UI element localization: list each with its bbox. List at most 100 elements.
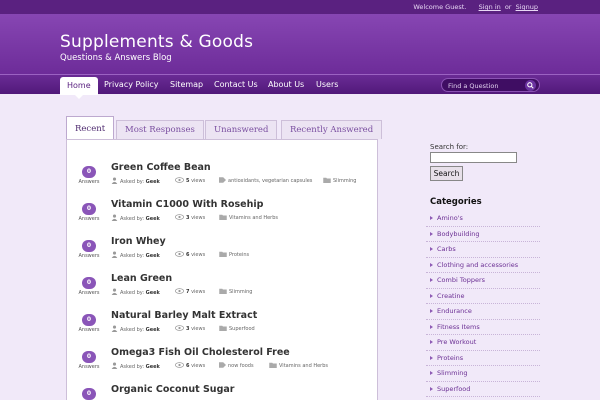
nav-about-us[interactable]: About Us xyxy=(268,75,304,95)
user-icon xyxy=(111,362,118,369)
answers-label: Answers xyxy=(78,290,100,296)
category-link[interactable]: Slimming xyxy=(229,289,252,295)
answers-label: Answers xyxy=(78,364,100,370)
category-item[interactable]: Bodybuilding xyxy=(426,227,540,242)
list-item: 0 Answers Vitamin C1000 With Rosehip Ask… xyxy=(78,199,279,222)
list-item: 0 Answers Natural Barley Malt Extract As… xyxy=(78,310,258,333)
category-item[interactable]: Creatine xyxy=(426,289,540,304)
site-header: Supplements & Goods Questions & Answers … xyxy=(0,14,600,74)
answer-count-badge: 0 xyxy=(82,351,96,363)
author-link[interactable]: Geek xyxy=(146,179,160,185)
answer-count-badge: 0 xyxy=(82,388,96,400)
category-link[interactable]: Slimming xyxy=(333,178,356,184)
tab-unanswered[interactable]: Unanswered xyxy=(205,120,278,139)
answer-count-badge: 0 xyxy=(82,240,96,252)
category-item[interactable]: Superfood xyxy=(426,382,540,397)
categories-title: Categories xyxy=(430,197,482,207)
folder-icon xyxy=(323,177,331,183)
tab-recent[interactable]: Recent xyxy=(66,116,115,140)
category-link[interactable]: Proteins xyxy=(229,252,249,258)
folder-icon xyxy=(219,288,227,294)
sign-in-link[interactable]: Sign in xyxy=(479,3,501,11)
site-title[interactable]: Supplements & Goods xyxy=(60,32,253,52)
questions-panel: 0 Answers Green Coffee Bean Asked by: Ge… xyxy=(66,139,378,400)
top-bar: Welcome Guest. Sign in or Signup xyxy=(0,0,600,14)
tag-icon xyxy=(219,362,226,368)
question-title[interactable]: Lean Green xyxy=(111,273,172,284)
list-item: 0 Answers Organic Coconut Sugar xyxy=(77,382,367,400)
user-icon xyxy=(111,177,118,184)
eye-icon xyxy=(175,251,184,257)
category-item[interactable]: Proteins xyxy=(426,351,540,366)
user-icon xyxy=(111,288,118,295)
author-link[interactable]: Geek xyxy=(146,290,160,296)
welcome-text: Welcome Guest. xyxy=(413,3,467,11)
category-item[interactable]: Pre Workout xyxy=(426,335,540,351)
nav-active-pointer xyxy=(74,94,84,99)
answer-count-badge: 0 xyxy=(82,277,96,289)
eye-icon xyxy=(175,288,184,294)
question-title[interactable]: Natural Barley Malt Extract xyxy=(111,310,257,321)
category-link[interactable]: Superfood xyxy=(229,326,255,332)
answer-count-badge: 0 xyxy=(82,203,96,215)
user-icon xyxy=(111,251,118,258)
signup-link[interactable]: Signup xyxy=(516,3,538,11)
category-item[interactable]: Amino's xyxy=(426,211,540,227)
answers-label: Answers xyxy=(78,253,100,259)
folder-icon xyxy=(219,325,227,331)
eye-icon xyxy=(175,362,184,368)
question-title[interactable]: Omega3 Fish Oil Cholesterol Free xyxy=(111,347,290,358)
nav-contact-us[interactable]: Contact Us xyxy=(214,75,258,95)
eye-icon xyxy=(175,214,184,220)
answers-label: Answers xyxy=(78,327,100,333)
tags-text[interactable]: antioxidants, vegetarian capsules xyxy=(228,178,312,184)
category-item[interactable]: Carbs xyxy=(426,242,540,258)
nav-users[interactable]: Users xyxy=(316,75,338,95)
sidebar-search-label: Search for: xyxy=(430,143,469,151)
search-icon[interactable] xyxy=(525,80,536,91)
or-text: or xyxy=(504,3,512,11)
answers-label: Answers xyxy=(78,179,100,185)
tags-text[interactable]: now foods xyxy=(228,363,254,369)
author-link[interactable]: Geek xyxy=(146,216,160,222)
sidebar-search-button[interactable]: Search xyxy=(430,166,463,181)
category-item[interactable]: Fitness Items xyxy=(426,320,540,335)
site-tagline: Questions & Answers Blog xyxy=(60,53,172,63)
list-item: 0 Answers Iron Whey Asked by: Geek 6 vie… xyxy=(78,236,250,259)
list-item: 0 Answers Omega3 Fish Oil Cholesterol Fr… xyxy=(78,347,329,370)
tab-most-responses[interactable]: Most Responses xyxy=(116,120,204,139)
categories-list: Amino's Bodybuilding Carbs Clothing and … xyxy=(426,211,540,397)
nav-privacy-policy[interactable]: Privacy Policy xyxy=(104,75,159,95)
user-icon xyxy=(111,214,118,221)
question-title[interactable]: Organic Coconut Sugar xyxy=(111,384,234,395)
eye-icon xyxy=(175,177,184,183)
question-title[interactable]: Iron Whey xyxy=(111,236,166,247)
nav-sitemap[interactable]: Sitemap xyxy=(170,75,203,95)
user-icon xyxy=(111,325,118,332)
search-input[interactable] xyxy=(448,80,524,91)
answer-count-badge: 0 xyxy=(82,166,96,178)
category-item[interactable]: Slimming xyxy=(426,366,540,382)
folder-icon xyxy=(219,214,227,220)
category-item[interactable]: Combi Toppers xyxy=(426,273,540,289)
folder-icon xyxy=(269,362,277,368)
sidebar-search-input[interactable] xyxy=(430,152,517,163)
category-link[interactable]: Vitamins and Herbs xyxy=(279,363,328,369)
answer-count-badge: 0 xyxy=(82,314,96,326)
author-link[interactable]: Geek xyxy=(146,327,160,333)
category-link[interactable]: Vitamins and Herbs xyxy=(229,215,278,221)
tab-recently-answered[interactable]: Recently Answered xyxy=(281,120,383,139)
answers-label: Answers xyxy=(78,216,100,222)
folder-icon xyxy=(219,251,227,257)
author-link[interactable]: Geek xyxy=(146,364,160,370)
category-item[interactable]: Endurance xyxy=(426,304,540,320)
eye-icon xyxy=(175,325,184,331)
question-title[interactable]: Vitamin C1000 With Rosehip xyxy=(111,199,263,210)
header-search xyxy=(441,78,540,92)
nav-home[interactable]: Home xyxy=(60,77,98,95)
author-link[interactable]: Geek xyxy=(146,253,160,259)
tag-icon xyxy=(219,177,226,183)
list-item: 0 Answers Green Coffee Bean Asked by: Ge… xyxy=(78,162,357,185)
category-item[interactable]: Clothing and accessories xyxy=(426,258,540,273)
question-title[interactable]: Green Coffee Bean xyxy=(111,162,211,173)
